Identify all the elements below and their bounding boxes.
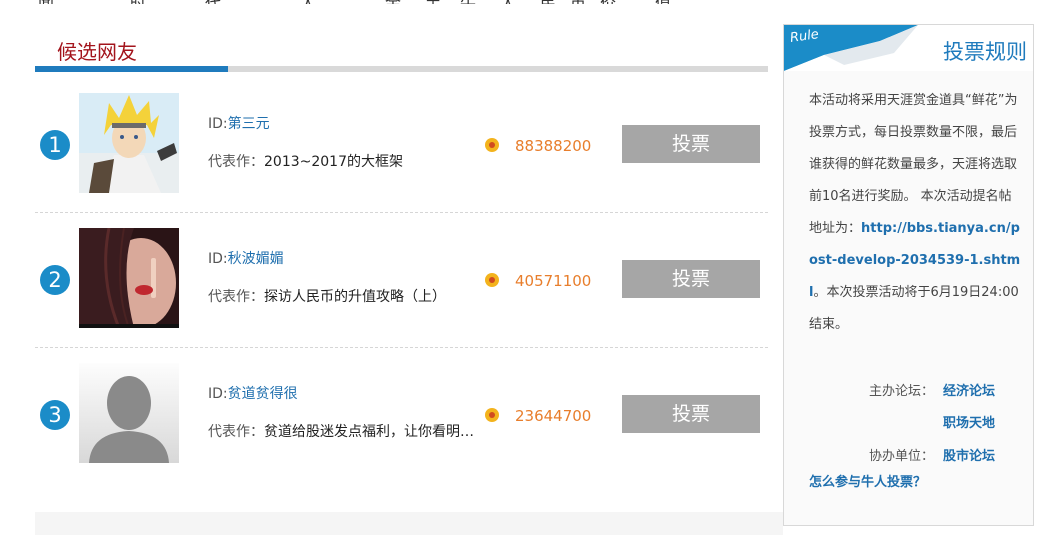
avatar[interactable]	[79, 363, 179, 463]
vote-button[interactable]: 投票	[622, 395, 760, 433]
rank-badge: 1	[40, 130, 70, 160]
rule-title: 投票规则	[943, 40, 1027, 64]
host-forum-link[interactable]: 职场天地	[943, 412, 995, 431]
candidate-row: 1 ID:第三元 代表作：2013~2017的大框架 88388200 投票	[35, 78, 768, 213]
avatar[interactable]	[79, 93, 179, 193]
candidate-id: ID:第三元	[208, 113, 270, 133]
flower-icon	[485, 273, 499, 287]
id-prefix: ID:	[208, 116, 228, 132]
candidates-section: 候选网友 1 ID:第三元 代表作：2013~2017的大框架 88388200…	[35, 0, 768, 535]
rule-panel: Rule 投票规则 本活动将采用天涯赏金道具“鲜花”为投票方式，每日投票数量不限…	[783, 24, 1034, 526]
flower-count: 23644700	[515, 407, 592, 425]
candidate-works: 代表作：2013~2017的大框架	[208, 151, 403, 171]
works-title[interactable]: 贫道给股迷发点福利，让你看明…	[264, 424, 474, 440]
candidate-name-link[interactable]: 第三元	[228, 116, 270, 132]
works-label: 代表作：	[208, 289, 264, 305]
candidate-name-link[interactable]: 贫道贫得很	[228, 386, 298, 402]
flower-count: 88388200	[515, 137, 592, 155]
how-to-vote-link[interactable]: 怎么参与牛人投票？	[809, 471, 926, 490]
works-title[interactable]: 探访人民币的升值攻略（上）	[264, 289, 446, 305]
portrait-avatar-image	[79, 228, 179, 328]
section-title: 候选网友	[57, 40, 137, 64]
vote-button[interactable]: 投票	[622, 260, 760, 298]
title-underline-accent	[35, 66, 228, 72]
rule-text: 本活动将采用天涯赏金道具“鲜花”为投票方式，每日投票数量不限，最后谁获得的鲜花数…	[809, 93, 1018, 236]
candidate-name-link[interactable]: 秋波媚媚	[228, 251, 284, 267]
flower-icon	[485, 408, 499, 422]
works-title[interactable]: 2013~2017的大框架	[264, 154, 403, 170]
candidate-id: ID:秋波媚媚	[208, 248, 284, 268]
works-label: 代表作：	[208, 154, 264, 170]
rule-description: 本活动将采用天涯赏金道具“鲜花”为投票方式，每日投票数量不限，最后谁获得的鲜花数…	[809, 85, 1024, 341]
vote-page: 闻 时 代 人 金 手 牛 人 民 币 价 值 候选网友 1	[0, 0, 1049, 535]
rank-badge: 3	[40, 400, 70, 430]
flower-count: 40571100	[515, 272, 592, 290]
candidate-row: 3 ID:贫道贫得很 代表作：贫道给股迷发点福利，让你看明… 23644700 …	[35, 348, 768, 483]
vote-button[interactable]: 投票	[622, 125, 760, 163]
candidate-works: 代表作：贫道给股迷发点福利，让你看明…	[208, 421, 474, 441]
co-label: 协办单位：	[869, 449, 935, 464]
anime-avatar-image	[79, 93, 179, 193]
host-label: 主办论坛：	[869, 384, 935, 399]
co-forum-link[interactable]: 股市论坛	[943, 445, 995, 464]
default-avatar-image	[79, 363, 179, 463]
works-label: 代表作：	[208, 424, 264, 440]
candidate-works: 代表作：探访人民币的升值攻略（上）	[208, 286, 446, 306]
id-prefix: ID:	[208, 386, 228, 402]
rule-text-end: 。本次投票活动将于6月19日24:00结束。	[809, 285, 1019, 332]
rule-header: Rule 投票规则	[784, 25, 1033, 71]
flower-icon	[485, 138, 499, 152]
host-forum-link[interactable]: 经济论坛	[943, 380, 995, 399]
candidate-row: 2 ID:秋波媚媚 代表作：探访人民币的升值攻略（上） 40571100 投票	[35, 213, 768, 348]
avatar[interactable]	[79, 228, 179, 328]
rank-badge: 2	[40, 265, 70, 295]
bottom-panel-strip	[35, 512, 783, 535]
id-prefix: ID:	[208, 251, 228, 267]
title-underline	[35, 66, 768, 72]
candidate-id: ID:贫道贫得很	[208, 383, 298, 403]
